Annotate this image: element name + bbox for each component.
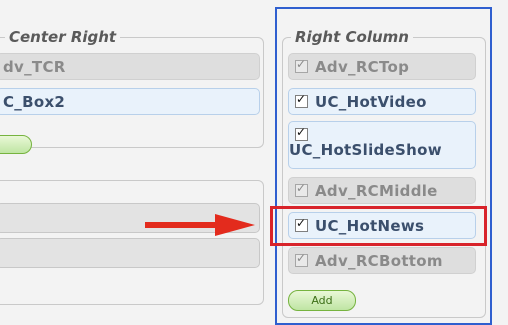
center-right-item-adv-tcr[interactable]: dv_TCR <box>0 53 260 80</box>
item-label: dv_TCR <box>3 57 66 76</box>
center-right-item-uc-box2[interactable]: C_Box2 <box>0 88 260 115</box>
column-highlight-frame <box>275 7 492 325</box>
item-highlight-frame <box>270 206 487 246</box>
item-label: C_Box2 <box>3 92 66 111</box>
pointer-arrow-icon <box>145 214 255 236</box>
lower-left-slot-2[interactable] <box>0 238 260 268</box>
center-right-add-button[interactable] <box>0 135 32 154</box>
center-right-legend: Center Right <box>9 28 117 46</box>
